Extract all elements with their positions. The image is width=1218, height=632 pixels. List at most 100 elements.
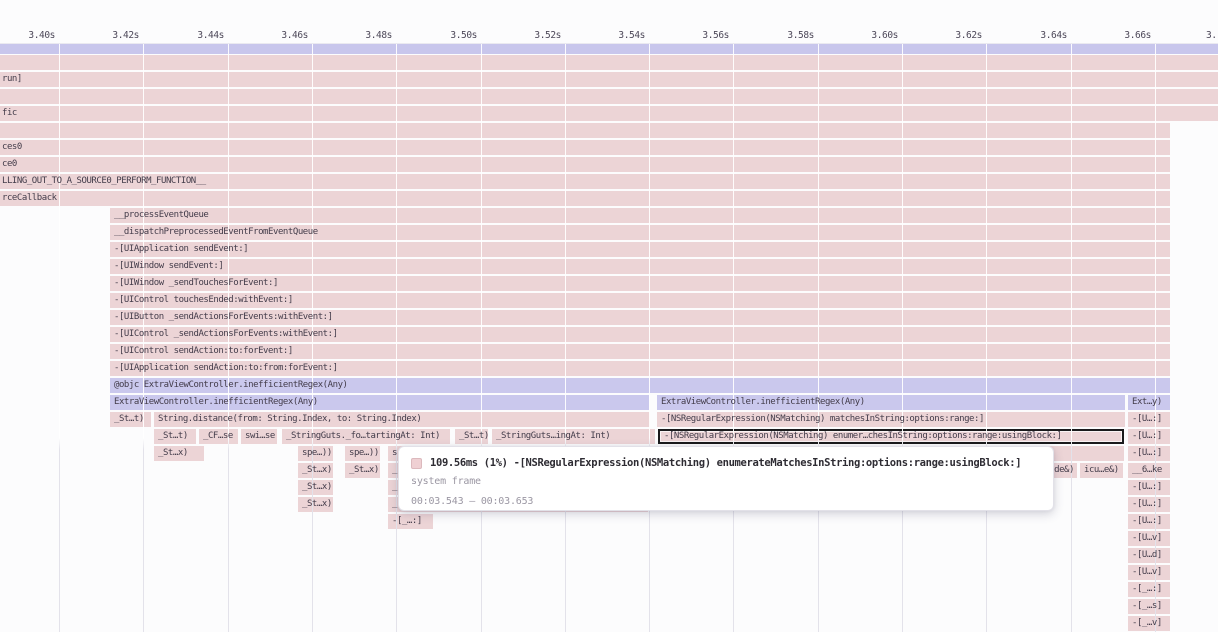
flame-bar-label: swi…se bbox=[241, 431, 275, 441]
flame-bar[interactable]: -[UIControl touchesEnded:withEvent:] bbox=[110, 293, 1170, 308]
flame-bar[interactable]: -[U…v] bbox=[1128, 565, 1170, 580]
flame-bar[interactable]: -[UIControl sendAction:to:forEvent:] bbox=[110, 344, 1170, 359]
flame-bar-label: _St…x) bbox=[298, 482, 332, 492]
flame-bar-label: icu…e&) bbox=[1080, 465, 1119, 475]
flame-bar[interactable]: -[_…:] bbox=[1128, 582, 1170, 597]
flame-bar[interactable]: -[U…v] bbox=[1128, 531, 1170, 546]
time-label: 3.48s bbox=[362, 30, 392, 43]
flame-bar[interactable]: _St…x) bbox=[298, 480, 333, 495]
selection-band[interactable] bbox=[0, 44, 1218, 54]
flame-bar-label: -[NSRegularExpression(NSMatching) enumer… bbox=[660, 431, 1061, 441]
flame-bar-label: _St…x) bbox=[298, 465, 332, 475]
flame-bar-label: _StringGuts…ingAt: Int) bbox=[492, 431, 610, 441]
flame-bar[interactable]: __6…ke bbox=[1128, 463, 1170, 478]
flame-bar[interactable]: -[U…d] bbox=[1128, 548, 1170, 563]
flame-bar[interactable]: _St…x) bbox=[345, 463, 380, 478]
flame-bar[interactable]: LLING_OUT_TO_A_SOURCE0_PERFORM_FUNCTION_… bbox=[0, 174, 1170, 189]
tooltip: 109.56ms (1%) -[NSRegularExpression(NSMa… bbox=[398, 446, 1054, 511]
flame-bar[interactable] bbox=[0, 89, 1218, 104]
flame-bar[interactable]: _CF…se bbox=[199, 429, 238, 444]
tooltip-title: 109.56ms (1%) -[NSRegularExpression(NSMa… bbox=[430, 457, 1021, 469]
flame-bar-label: String.distance(from: String.Index, to: … bbox=[154, 414, 421, 424]
flame-bar-label: -[U…:] bbox=[1128, 516, 1162, 526]
flame-bar[interactable]: -[U…:] bbox=[1128, 480, 1170, 495]
flame-bar[interactable]: -[_…v] bbox=[1128, 616, 1170, 631]
flame-bar[interactable]: _StringGuts…ingAt: Int) bbox=[492, 429, 655, 444]
flame-bar[interactable]: -[U…:] bbox=[1128, 497, 1170, 512]
flame-bar-label: -[UIApplication sendAction:to:from:forEv… bbox=[110, 363, 338, 373]
flame-bar-label: __6…ke bbox=[1128, 465, 1162, 475]
flame-bar-label: -[_…:] bbox=[1128, 584, 1162, 594]
flame-bar[interactable]: _St…t) bbox=[110, 412, 151, 427]
flame-bar[interactable]: ExtraViewController.inefficientRegex(Any… bbox=[657, 395, 1125, 410]
time-label: 3.60s bbox=[868, 30, 898, 43]
flame-bar[interactable]: -[_…:] bbox=[388, 514, 433, 529]
flame-bar[interactable]: @objc ExtraViewController.inefficientReg… bbox=[110, 378, 1170, 393]
flame-bar[interactable]: fic bbox=[0, 106, 1218, 121]
flame-bar[interactable]: -[NSRegularExpression(NSMatching) matche… bbox=[657, 412, 1125, 427]
flame-bar[interactable]: Ext…y) bbox=[1128, 395, 1170, 410]
flame-bar[interactable]: _St…t) bbox=[154, 429, 196, 444]
flame-bar[interactable]: -[U…:] bbox=[1128, 412, 1170, 427]
flame-bar[interactable]: -[U…:] bbox=[1128, 429, 1170, 444]
flame-bar-label: _St…x) bbox=[154, 448, 188, 458]
time-label: 3.58s bbox=[784, 30, 814, 43]
flame-bar-label: spe…)) bbox=[298, 448, 332, 458]
flame-bar[interactable]: _St…t) bbox=[455, 429, 488, 444]
flame-bar[interactable]: __dispatchPreprocessedEventFromEventQueu… bbox=[110, 225, 1170, 240]
gridline bbox=[649, 44, 650, 632]
flame-bar-label: _ bbox=[388, 465, 397, 475]
flame-bar-label: -[UIControl touchesEnded:withEvent:] bbox=[110, 295, 293, 305]
flame-bar-label: run] bbox=[0, 74, 22, 84]
flame-bar-label: -[UIControl sendAction:to:forEvent:] bbox=[110, 346, 293, 356]
flame-bar[interactable]: -[UIApplication sendEvent:] bbox=[110, 242, 1170, 257]
flame-bar-label: -[U…:] bbox=[1128, 431, 1162, 441]
flame-bar[interactable]: ExtraViewController.inefficientRegex(Any… bbox=[110, 395, 649, 410]
time-label: 3.62s bbox=[952, 30, 982, 43]
flame-bar[interactable]: _StringGuts._fo…tartingAt: Int) bbox=[282, 429, 450, 444]
flame-bar[interactable]: -[UIApplication sendAction:to:from:forEv… bbox=[110, 361, 1170, 376]
flame-bar[interactable]: -[UIControl _sendActionsForEvents:withEv… bbox=[110, 327, 1170, 342]
flame-bar[interactable]: _St…x) bbox=[298, 497, 333, 512]
flame-bar-label: _St…t) bbox=[455, 431, 488, 441]
flame-bar[interactable]: _St…x) bbox=[298, 463, 333, 478]
flame-bar-label: -[UIWindow sendEvent:] bbox=[110, 261, 223, 271]
flame-bar[interactable]: -[UIButton _sendActionsForEvents:withEve… bbox=[110, 310, 1170, 325]
flame-bar[interactable]: -[UIWindow _sendTouchesForEvent:] bbox=[110, 276, 1170, 291]
flame-bar-label: _St…t) bbox=[154, 431, 188, 441]
flame-bar-label: -[U…:] bbox=[1128, 482, 1162, 492]
flame-bar[interactable] bbox=[0, 55, 1218, 70]
flame-chart-screen: 3.40s3.42s3.44s3.46s3.48s3.50s3.52s3.54s… bbox=[0, 0, 1218, 632]
gridline bbox=[733, 44, 734, 632]
flame-bar-label: -[U…v] bbox=[1128, 567, 1162, 577]
flame-bar[interactable] bbox=[0, 123, 1170, 138]
flame-bar[interactable]: -[U…:] bbox=[1128, 446, 1170, 461]
flame-bar[interactable]: ces0 bbox=[0, 140, 1170, 155]
time-label: 3.46s bbox=[278, 30, 308, 43]
flame-bar[interactable]: _St…x) bbox=[154, 446, 204, 461]
flame-bar-label: _St…x) bbox=[298, 499, 332, 509]
flame-bar[interactable]: spe…)) bbox=[298, 446, 333, 461]
flame-bar-label: s bbox=[388, 448, 397, 458]
flame-bar[interactable]: -[_…s] bbox=[1128, 599, 1170, 614]
time-label: 3.44s bbox=[194, 30, 224, 43]
flame-bar-label: @objc ExtraViewController.inefficientReg… bbox=[110, 380, 348, 390]
flame-bar[interactable]: ce0 bbox=[0, 157, 1170, 172]
flame-bar[interactable]: run] bbox=[0, 72, 1218, 87]
flame-bar[interactable]: __processEventQueue bbox=[110, 208, 1170, 223]
flame-bar[interactable]: icu…e&) bbox=[1080, 463, 1123, 478]
flame-bar[interactable]: -[U…:] bbox=[1128, 514, 1170, 529]
flame-bar[interactable]: -[UIWindow sendEvent:] bbox=[110, 259, 1170, 274]
flame-bar[interactable]: swi…se bbox=[241, 429, 277, 444]
gridline bbox=[481, 44, 482, 632]
flame-bar-label: _StringGuts._fo…tartingAt: Int) bbox=[282, 431, 440, 441]
gridline bbox=[396, 44, 397, 632]
flame-bar[interactable]: spe…)) bbox=[345, 446, 380, 461]
flame-bar-label: ces0 bbox=[0, 142, 22, 152]
flame-bar-label: fic bbox=[0, 108, 17, 118]
flame-bar-label: LLING_OUT_TO_A_SOURCE0_PERFORM_FUNCTION_… bbox=[0, 176, 206, 186]
flame-bar-label: _ bbox=[388, 499, 397, 509]
selected-flame-bar[interactable]: -[NSRegularExpression(NSMatching) enumer… bbox=[658, 429, 1124, 444]
flame-bar[interactable]: rceCallback bbox=[0, 191, 1170, 206]
time-label: 3.52s bbox=[531, 30, 561, 43]
